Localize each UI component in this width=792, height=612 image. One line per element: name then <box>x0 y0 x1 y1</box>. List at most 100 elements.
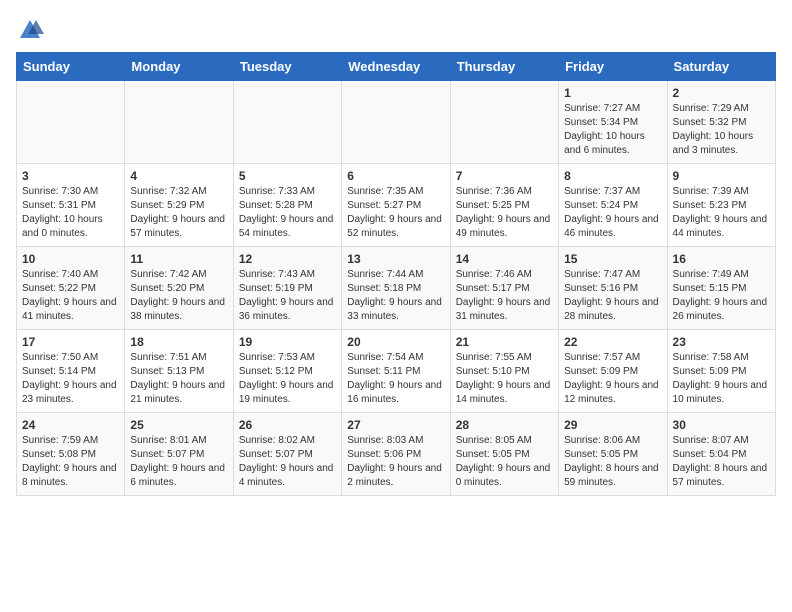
calendar-day-cell: 10 Sunrise: 7:40 AM Sunset: 5:22 PM Dayli… <box>17 247 125 330</box>
day-number: 18 <box>130 335 227 349</box>
day-info: Sunrise: 7:37 AM Sunset: 5:24 PM Dayligh… <box>564 185 661 241</box>
day-info: Sunrise: 7:44 AM Sunset: 5:18 PM Dayligh… <box>347 268 444 324</box>
day-info: Sunrise: 7:27 AM Sunset: 5:34 PM Dayligh… <box>564 102 661 158</box>
calendar-day-cell <box>233 81 341 164</box>
calendar-day-cell: 18 Sunrise: 7:51 AM Sunset: 5:13 PM Dayli… <box>125 330 233 413</box>
day-number: 3 <box>22 169 119 183</box>
day-number: 9 <box>673 169 770 183</box>
day-number: 25 <box>130 418 227 432</box>
day-number: 15 <box>564 252 661 266</box>
day-number: 11 <box>130 252 227 266</box>
day-number: 12 <box>239 252 336 266</box>
day-number: 4 <box>130 169 227 183</box>
day-info: Sunrise: 7:47 AM Sunset: 5:16 PM Dayligh… <box>564 268 661 324</box>
calendar-day-cell <box>125 81 233 164</box>
weekday-header-row: SundayMondayTuesdayWednesdayThursdayFrid… <box>17 53 776 81</box>
calendar-day-cell: 20 Sunrise: 7:54 AM Sunset: 5:11 PM Dayli… <box>342 330 450 413</box>
calendar-day-cell: 28 Sunrise: 8:05 AM Sunset: 5:05 PM Dayli… <box>450 413 558 496</box>
calendar-day-cell: 15 Sunrise: 7:47 AM Sunset: 5:16 PM Dayli… <box>559 247 667 330</box>
day-number: 27 <box>347 418 444 432</box>
day-info: Sunrise: 8:02 AM Sunset: 5:07 PM Dayligh… <box>239 434 336 490</box>
calendar-week-row: 17 Sunrise: 7:50 AM Sunset: 5:14 PM Dayli… <box>17 330 776 413</box>
calendar-day-cell: 22 Sunrise: 7:57 AM Sunset: 5:09 PM Dayli… <box>559 330 667 413</box>
day-info: Sunrise: 8:01 AM Sunset: 5:07 PM Dayligh… <box>130 434 227 490</box>
day-info: Sunrise: 7:58 AM Sunset: 5:09 PM Dayligh… <box>673 351 770 407</box>
day-info: Sunrise: 7:50 AM Sunset: 5:14 PM Dayligh… <box>22 351 119 407</box>
day-info: Sunrise: 7:35 AM Sunset: 5:27 PM Dayligh… <box>347 185 444 241</box>
day-number: 19 <box>239 335 336 349</box>
day-number: 7 <box>456 169 553 183</box>
day-info: Sunrise: 7:43 AM Sunset: 5:19 PM Dayligh… <box>239 268 336 324</box>
day-number: 16 <box>673 252 770 266</box>
day-number: 23 <box>673 335 770 349</box>
day-number: 20 <box>347 335 444 349</box>
calendar-day-cell: 7 Sunrise: 7:36 AM Sunset: 5:25 PM Daylig… <box>450 164 558 247</box>
day-number: 17 <box>22 335 119 349</box>
day-info: Sunrise: 8:05 AM Sunset: 5:05 PM Dayligh… <box>456 434 553 490</box>
day-info: Sunrise: 7:39 AM Sunset: 5:23 PM Dayligh… <box>673 185 770 241</box>
day-info: Sunrise: 7:42 AM Sunset: 5:20 PM Dayligh… <box>130 268 227 324</box>
page-header <box>16 16 776 44</box>
calendar-day-cell <box>342 81 450 164</box>
day-number: 1 <box>564 86 661 100</box>
day-info: Sunrise: 7:51 AM Sunset: 5:13 PM Dayligh… <box>130 351 227 407</box>
calendar-week-row: 10 Sunrise: 7:40 AM Sunset: 5:22 PM Dayli… <box>17 247 776 330</box>
weekday-header: Wednesday <box>342 53 450 81</box>
calendar-day-cell: 23 Sunrise: 7:58 AM Sunset: 5:09 PM Dayli… <box>667 330 775 413</box>
day-number: 22 <box>564 335 661 349</box>
day-info: Sunrise: 7:54 AM Sunset: 5:11 PM Dayligh… <box>347 351 444 407</box>
day-info: Sunrise: 7:40 AM Sunset: 5:22 PM Dayligh… <box>22 268 119 324</box>
calendar-day-cell: 14 Sunrise: 7:46 AM Sunset: 5:17 PM Dayli… <box>450 247 558 330</box>
day-info: Sunrise: 7:33 AM Sunset: 5:28 PM Dayligh… <box>239 185 336 241</box>
calendar-day-cell: 16 Sunrise: 7:49 AM Sunset: 5:15 PM Dayli… <box>667 247 775 330</box>
calendar-day-cell: 3 Sunrise: 7:30 AM Sunset: 5:31 PM Daylig… <box>17 164 125 247</box>
day-info: Sunrise: 7:57 AM Sunset: 5:09 PM Dayligh… <box>564 351 661 407</box>
day-number: 21 <box>456 335 553 349</box>
day-info: Sunrise: 7:55 AM Sunset: 5:10 PM Dayligh… <box>456 351 553 407</box>
day-number: 26 <box>239 418 336 432</box>
day-info: Sunrise: 8:07 AM Sunset: 5:04 PM Dayligh… <box>673 434 770 490</box>
calendar-week-row: 1 Sunrise: 7:27 AM Sunset: 5:34 PM Daylig… <box>17 81 776 164</box>
day-number: 14 <box>456 252 553 266</box>
calendar-day-cell: 27 Sunrise: 8:03 AM Sunset: 5:06 PM Dayli… <box>342 413 450 496</box>
day-number: 2 <box>673 86 770 100</box>
calendar-day-cell: 29 Sunrise: 8:06 AM Sunset: 5:05 PM Dayli… <box>559 413 667 496</box>
calendar-day-cell: 11 Sunrise: 7:42 AM Sunset: 5:20 PM Dayli… <box>125 247 233 330</box>
day-info: Sunrise: 8:03 AM Sunset: 5:06 PM Dayligh… <box>347 434 444 490</box>
day-number: 30 <box>673 418 770 432</box>
day-number: 8 <box>564 169 661 183</box>
calendar-day-cell: 13 Sunrise: 7:44 AM Sunset: 5:18 PM Dayli… <box>342 247 450 330</box>
calendar-day-cell: 17 Sunrise: 7:50 AM Sunset: 5:14 PM Dayli… <box>17 330 125 413</box>
day-number: 13 <box>347 252 444 266</box>
calendar-day-cell: 4 Sunrise: 7:32 AM Sunset: 5:29 PM Daylig… <box>125 164 233 247</box>
calendar-day-cell: 26 Sunrise: 8:02 AM Sunset: 5:07 PM Dayli… <box>233 413 341 496</box>
day-number: 6 <box>347 169 444 183</box>
calendar-week-row: 24Sunrise: 7:59 AM Sunset: 5:08 PM Dayli… <box>17 413 776 496</box>
logo <box>16 16 48 44</box>
day-number: 29 <box>564 418 661 432</box>
weekday-header: Tuesday <box>233 53 341 81</box>
weekday-header: Thursday <box>450 53 558 81</box>
calendar-day-cell: 2Sunrise: 7:29 AM Sunset: 5:32 PM Daylig… <box>667 81 775 164</box>
day-number: 24 <box>22 418 119 432</box>
day-number: 5 <box>239 169 336 183</box>
day-number: 28 <box>456 418 553 432</box>
calendar-day-cell: 5 Sunrise: 7:33 AM Sunset: 5:28 PM Daylig… <box>233 164 341 247</box>
weekday-header: Sunday <box>17 53 125 81</box>
day-info: Sunrise: 7:49 AM Sunset: 5:15 PM Dayligh… <box>673 268 770 324</box>
day-info: Sunrise: 8:06 AM Sunset: 5:05 PM Dayligh… <box>564 434 661 490</box>
day-info: Sunrise: 7:30 AM Sunset: 5:31 PM Dayligh… <box>22 185 119 241</box>
day-info: Sunrise: 7:46 AM Sunset: 5:17 PM Dayligh… <box>456 268 553 324</box>
day-number: 10 <box>22 252 119 266</box>
calendar-day-cell: 1 Sunrise: 7:27 AM Sunset: 5:34 PM Daylig… <box>559 81 667 164</box>
calendar-day-cell: 9 Sunrise: 7:39 AM Sunset: 5:23 PM Daylig… <box>667 164 775 247</box>
calendar-day-cell: 6 Sunrise: 7:35 AM Sunset: 5:27 PM Daylig… <box>342 164 450 247</box>
calendar-day-cell: 19 Sunrise: 7:53 AM Sunset: 5:12 PM Dayli… <box>233 330 341 413</box>
day-info: Sunrise: 7:32 AM Sunset: 5:29 PM Dayligh… <box>130 185 227 241</box>
calendar-week-row: 3 Sunrise: 7:30 AM Sunset: 5:31 PM Daylig… <box>17 164 776 247</box>
weekday-header: Monday <box>125 53 233 81</box>
calendar-day-cell: 24Sunrise: 7:59 AM Sunset: 5:08 PM Dayli… <box>17 413 125 496</box>
day-info: Sunrise: 7:36 AM Sunset: 5:25 PM Dayligh… <box>456 185 553 241</box>
logo-icon <box>16 16 44 44</box>
day-info: Sunrise: 7:53 AM Sunset: 5:12 PM Dayligh… <box>239 351 336 407</box>
